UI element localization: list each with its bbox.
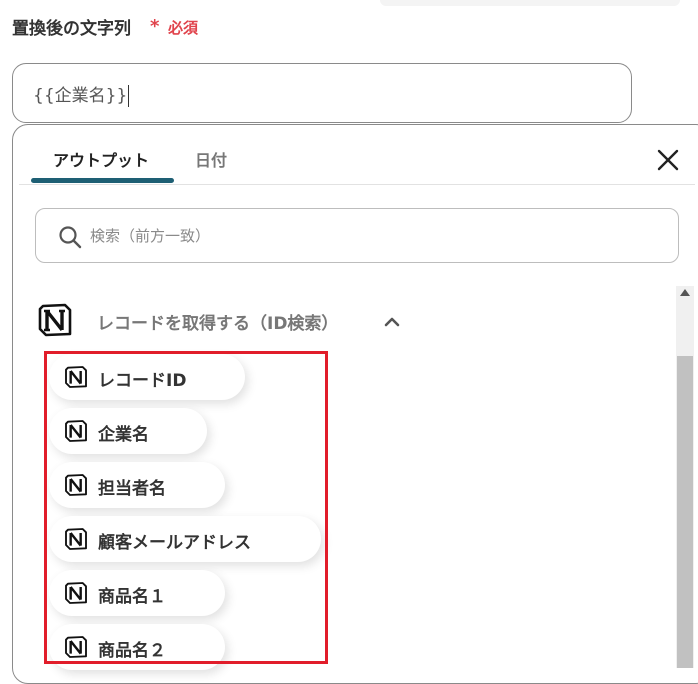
required-asterisk: *	[150, 16, 160, 37]
search-input[interactable]	[88, 222, 652, 250]
input-value-text: {{企業名}}	[33, 86, 128, 106]
tab-date[interactable]: 日付	[195, 147, 227, 171]
highlight-annotation-box	[44, 351, 328, 664]
required-label: 必須	[168, 19, 199, 37]
field-label: 置換後の文字列	[12, 19, 131, 39]
close-button[interactable]	[653, 145, 683, 175]
input-value: {{企業名}}	[33, 81, 130, 107]
group-title: レコードを取得する（ID検索）	[97, 314, 339, 334]
search-icon	[59, 226, 82, 249]
tab-output[interactable]: アウトプット	[53, 147, 149, 171]
text-caret	[128, 85, 130, 107]
group-header-record-fetch[interactable]: レコードを取得する（ID検索）	[37, 300, 457, 340]
replacement-text-input[interactable]: {{企業名}}	[12, 63, 632, 123]
close-icon	[657, 149, 679, 171]
scrollbar-thumb[interactable]	[677, 356, 693, 668]
active-tab-indicator	[31, 178, 174, 183]
top-shadow	[380, 0, 680, 6]
scroll-up-arrow-icon[interactable]	[680, 289, 690, 296]
chevron-up-icon[interactable]	[383, 314, 401, 328]
tab-divider	[19, 184, 695, 185]
notion-logo-icon	[38, 303, 72, 337]
search-field[interactable]	[35, 208, 679, 263]
